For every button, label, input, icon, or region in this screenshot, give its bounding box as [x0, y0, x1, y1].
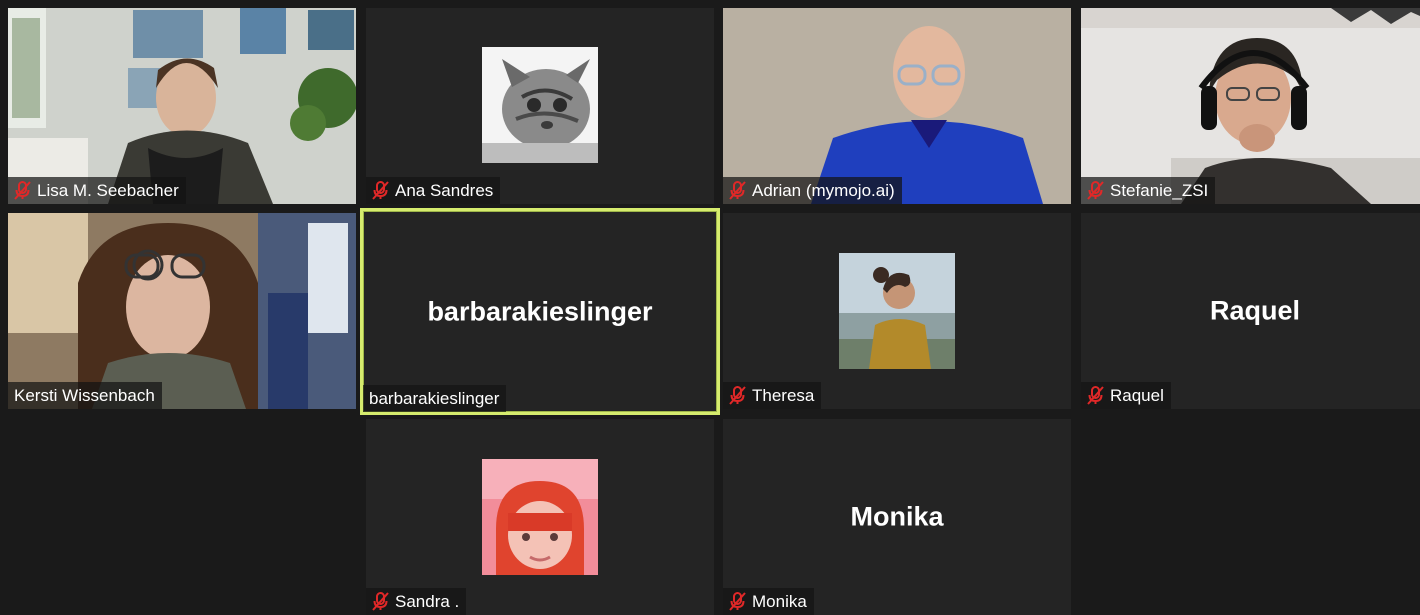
microphone-muted-icon — [14, 181, 31, 200]
microphone-muted-icon — [729, 386, 746, 405]
participant-name-tag: Theresa — [723, 382, 822, 409]
microphone-muted-icon — [372, 592, 389, 611]
microphone-muted-icon — [729, 181, 746, 200]
participant-video — [1081, 8, 1420, 204]
participant-name-tag: Monika — [723, 588, 814, 615]
participant-video — [8, 8, 356, 204]
participant-tile-ana[interactable]: Ana Sandres — [366, 8, 714, 204]
participant-display-name: Monika — [850, 501, 944, 532]
microphone-muted-icon — [729, 592, 746, 611]
participant-name-tag: Raquel — [1081, 382, 1171, 409]
participant-name: Lisa M. Seebacher — [37, 181, 179, 200]
participant-tile-kersti[interactable]: Kersti Wissenbach — [8, 213, 356, 409]
participant-video — [8, 213, 356, 409]
participant-tile-raquel[interactable]: Raquel Raquel — [1081, 213, 1420, 409]
participant-display-name: Raquel — [1209, 295, 1301, 326]
participant-tile-adrian[interactable]: Adrian (mymojo.ai) — [723, 8, 1071, 204]
participant-tile-barbara[interactable]: barbarakieslinger barbarakieslinger — [360, 208, 720, 415]
microphone-muted-icon — [1087, 181, 1104, 200]
participant-tile-sandra[interactable]: Sandra . — [366, 419, 714, 615]
participant-name: Adrian (mymojo.ai) — [752, 181, 895, 200]
participant-name-tag: Sandra . — [366, 588, 467, 615]
participant-name: Ana Sandres — [395, 181, 494, 200]
participant-name-tag: barbarakieslinger — [363, 385, 507, 412]
profile-photo-icon — [839, 253, 955, 369]
participant-name: Raquel — [1110, 386, 1164, 405]
participant-tile-lisa[interactable]: Lisa M. Seebacher — [8, 8, 356, 204]
participant-name-tag: Kersti Wissenbach — [8, 382, 162, 409]
participant-display-name: barbarakieslinger — [427, 296, 653, 326]
participant-name: Stefanie_ZSI — [1110, 181, 1209, 200]
participant-tile-monika[interactable]: Monika Monika — [723, 419, 1071, 615]
participant-name: barbarakieslinger — [369, 389, 500, 408]
participant-tile-stefanie[interactable]: Stefanie_ZSI — [1081, 8, 1420, 204]
participant-name-tag: Adrian (mymojo.ai) — [723, 177, 902, 204]
participant-name: Sandra . — [395, 592, 460, 611]
participant-name-tag: Lisa M. Seebacher — [8, 177, 186, 204]
participant-name: Kersti Wissenbach — [14, 386, 155, 405]
participant-name-tag: Ana Sandres — [366, 177, 501, 204]
participant-tile-theresa[interactable]: Theresa — [723, 213, 1071, 409]
cat-photo-icon — [482, 47, 598, 163]
participant-name: Theresa — [752, 386, 815, 405]
participant-name: Monika — [752, 592, 807, 611]
participant-name-tag: Stefanie_ZSI — [1081, 177, 1216, 204]
participant-video — [723, 8, 1071, 204]
microphone-muted-icon — [372, 181, 389, 200]
profile-photo-icon — [482, 459, 598, 575]
microphone-muted-icon — [1087, 386, 1104, 405]
